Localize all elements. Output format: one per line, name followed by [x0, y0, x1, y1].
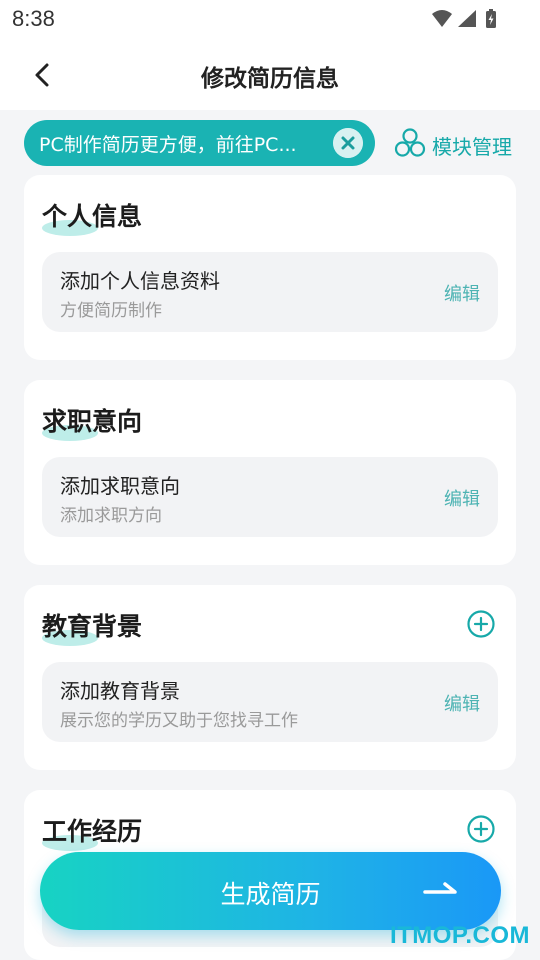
job-intention-item[interactable]: 添加求职意向 添加求职方向 编辑: [42, 457, 498, 537]
section-title-wrap: 工作经历: [42, 812, 142, 852]
status-icons: [432, 9, 496, 28]
module-manage-button[interactable]: 模块管理: [394, 125, 524, 161]
section-education: 教育背景 添加教育背景 展示您的学历又助于您找寻工作 编辑: [24, 585, 516, 770]
section-title-wrap: 求职意向: [42, 402, 142, 442]
edit-button[interactable]: 编辑: [444, 690, 480, 716]
personal-info-item[interactable]: 添加个人信息资料 方便简历制作 编辑: [42, 252, 498, 332]
add-circle-icon[interactable]: [466, 609, 496, 639]
section-title: 求职意向: [42, 407, 143, 436]
add-circle-icon[interactable]: [466, 814, 496, 844]
section-title-wrap: 教育背景: [42, 607, 142, 647]
item-subtitle: 方便简历制作: [60, 301, 162, 321]
item-subtitle: 展示您的学历又助于您找寻工作: [60, 711, 298, 731]
section-title: 教育背景: [42, 612, 143, 641]
section-title: 个人信息: [42, 202, 143, 231]
section-title-wrap: 个人信息: [42, 197, 142, 237]
education-item[interactable]: 添加教育背景 展示您的学历又助于您找寻工作 编辑: [42, 662, 498, 742]
signal-icon: [458, 10, 476, 27]
edit-button[interactable]: 编辑: [444, 485, 480, 511]
pc-notice-banner[interactable]: PC制作简历更方便，前往PC...: [24, 120, 375, 166]
section-title: 工作经历: [42, 817, 143, 846]
item-title: 添加教育背景: [60, 679, 180, 703]
edit-button[interactable]: 编辑: [444, 280, 480, 306]
status-bar: 8:38: [0, 0, 540, 40]
generate-resume-button[interactable]: 生成简历: [40, 852, 501, 930]
item-subtitle: 添加求职方向: [60, 506, 162, 526]
pc-notice-text: PC制作简历更方便，前往PC...: [39, 134, 297, 156]
status-time: 8:38: [12, 6, 55, 31]
wifi-icon: [432, 10, 452, 27]
section-job-intention: 求职意向 添加求职意向 添加求职方向 编辑: [24, 380, 516, 565]
arrow-right-icon: [423, 882, 457, 894]
close-icon[interactable]: [333, 128, 363, 158]
watermark-logo: ITMOP.COM: [389, 922, 530, 949]
module-manage-label: 模块管理: [432, 135, 512, 159]
battery-icon: [486, 9, 496, 28]
page-title: 修改简历信息: [201, 66, 339, 92]
modules-icon: [394, 128, 426, 157]
item-title: 添加求职意向: [60, 474, 180, 498]
section-personal-info: 个人信息 添加个人信息资料 方便简历制作 编辑: [24, 175, 516, 360]
app-header: 修改简历信息: [0, 40, 540, 110]
item-title: 添加个人信息资料: [60, 269, 220, 293]
